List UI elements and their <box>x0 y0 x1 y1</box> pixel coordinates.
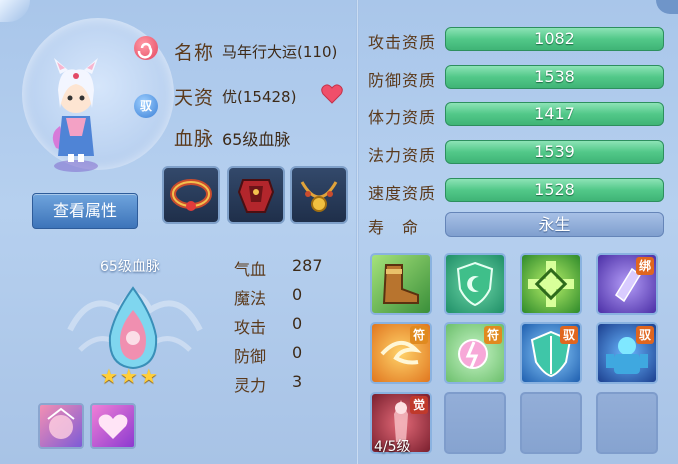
bloodline-skill-slot-2[interactable] <box>90 403 136 449</box>
skill-level-text: 4/5级 <box>374 439 411 455</box>
skill-slot-8[interactable]: 驭 <box>596 322 658 384</box>
lifespan-label: 寿 命 <box>368 218 420 237</box>
aptitude-value: 优(15428) <box>222 88 297 106</box>
name-value: 马年行大运(110) <box>222 43 338 61</box>
cross-rune-icon <box>528 261 574 307</box>
shield-moon-icon <box>456 261 494 307</box>
collar-icon <box>170 179 212 211</box>
stat-value-spirit: 3 <box>292 372 303 391</box>
lifespan-value: 永生 <box>445 212 664 237</box>
skill-slot-3[interactable] <box>520 253 582 315</box>
pet-avatar[interactable] <box>48 56 104 174</box>
boot-icon <box>382 264 419 304</box>
skill-slot-1[interactable] <box>370 253 432 315</box>
skill-slot-6[interactable]: 符 <box>444 322 506 384</box>
name-label: 名称 <box>174 42 215 64</box>
stat-label-spirit: 灵力 <box>234 376 267 395</box>
talisman-badge: 符 <box>484 326 502 344</box>
skill-slot-5[interactable]: 符 <box>370 322 432 384</box>
qual-label-stamina: 体力资质 <box>368 108 437 127</box>
skill-slot-4[interactable]: 绑 <box>596 253 658 315</box>
swirl-icon <box>137 42 153 59</box>
panel-corner-ornament <box>0 0 30 22</box>
heart-icon[interactable] <box>321 84 343 104</box>
stat-label-attack: 攻击 <box>234 318 267 337</box>
stat-value-defense: 0 <box>292 343 303 362</box>
skill-slot-2[interactable] <box>444 253 506 315</box>
bound-badge: 绑 <box>636 257 654 275</box>
bloodline-stars: ★★★ <box>100 364 160 388</box>
qual-label-magic: 法力资质 <box>368 146 437 165</box>
qual-label-speed: 速度资质 <box>368 184 437 203</box>
talisman-badge: 符 <box>410 326 428 344</box>
awaken-badge: 觉 <box>410 396 428 414</box>
stat-label-hp: 气血 <box>234 260 267 279</box>
panel-divider <box>356 0 359 464</box>
skill-slot-empty-2[interactable] <box>520 392 582 454</box>
qual-bar-attack: 1082 <box>445 27 664 51</box>
equipment-slot-necklace[interactable] <box>290 166 348 224</box>
bloodline-skill-slot-1[interactable] <box>38 403 84 449</box>
qual-bar-magic: 1539 <box>445 140 664 164</box>
bloodline-value: 65级血脉 <box>222 130 291 149</box>
qual-label-attack: 攻击资质 <box>368 33 437 52</box>
tame-badge: 驭 <box>560 326 578 344</box>
stat-value-mp: 0 <box>292 285 303 304</box>
view-attributes-button[interactable]: 查看属性 <box>32 193 138 229</box>
stat-value-hp: 287 <box>292 256 323 275</box>
panel-corner-tab <box>656 0 678 14</box>
stat-value-attack: 0 <box>292 314 303 333</box>
tame-badge: 驭 <box>134 94 158 118</box>
pet-type-badge <box>134 36 158 60</box>
qual-bar-speed: 1528 <box>445 178 664 202</box>
bloodline-label: 血脉 <box>174 128 215 150</box>
equipment-slot-collar[interactable] <box>162 166 220 224</box>
armor-icon <box>237 179 275 213</box>
stat-label-mp: 魔法 <box>234 289 267 308</box>
equipment-slot-armor[interactable] <box>227 166 285 224</box>
aptitude-label: 天资 <box>174 87 215 109</box>
qual-label-defense: 防御资质 <box>368 71 437 90</box>
bloodline-gem-icon[interactable] <box>104 286 162 370</box>
skill-slot-empty-1[interactable] <box>444 392 506 454</box>
tame-badge: 驭 <box>636 326 654 344</box>
qual-bar-defense: 1538 <box>445 65 664 89</box>
necklace-icon <box>300 181 338 212</box>
spirit-beast-icon <box>47 407 75 439</box>
pet-info-panel: 驭 名称 马年行大运(110) 天资 优(15428) 血脉 65级血脉 查看属… <box>0 0 678 464</box>
skill-slot-7[interactable]: 驭 <box>520 322 582 384</box>
qual-bar-stamina: 1417 <box>445 102 664 126</box>
heart-gem-icon <box>98 414 128 439</box>
skill-slot-empty-3[interactable] <box>596 392 658 454</box>
stat-label-defense: 防御 <box>234 347 267 366</box>
